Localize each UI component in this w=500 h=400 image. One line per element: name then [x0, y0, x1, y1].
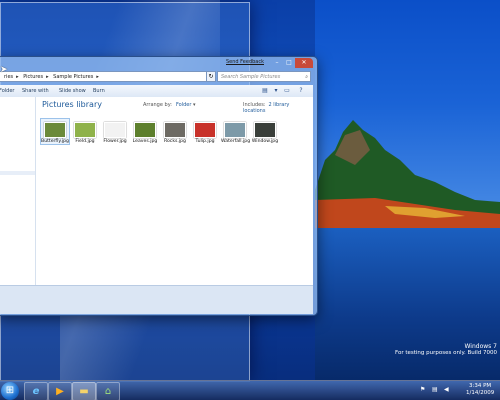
arrange-by: Arrange by: Folder ▾ [143, 102, 196, 108]
file-item[interactable]: Flower.jpg [101, 119, 129, 144]
file-name: Butterfly.jpg [41, 139, 69, 144]
maximize-button[interactable]: □ [283, 58, 295, 68]
file-name: Flower.jpg [103, 139, 127, 144]
search-input[interactable]: Search Sample Pictures ⌕ [217, 71, 311, 82]
help-icon[interactable]: ? [297, 87, 305, 95]
image-thumbnail [74, 122, 96, 138]
network-tray-icon[interactable]: ▤ [432, 386, 438, 393]
file-name: Field.jpg [75, 139, 95, 144]
wallpaper-island [315, 120, 500, 230]
media-player-button[interactable]: ▶ [48, 382, 72, 400]
action-center-icon[interactable]: ⚑ [420, 386, 425, 393]
navigation-pane[interactable] [0, 97, 36, 285]
breadcrumb-item[interactable]: Sample Pictures [53, 74, 93, 80]
close-button[interactable]: ✕ [295, 58, 313, 68]
library-title: Pictures library [42, 100, 102, 109]
chevron-right-icon: ▸ [16, 74, 19, 80]
mouse-cursor-icon: ➤ [0, 65, 8, 75]
image-thumbnail [134, 122, 156, 138]
file-item[interactable]: Leaves.jpg [131, 119, 159, 144]
breadcrumb-item[interactable]: Pictures [23, 74, 43, 80]
preview-pane-icon[interactable]: ▭ [283, 87, 291, 95]
send-feedback-link[interactable]: Send Feedback [226, 59, 264, 65]
folder-icon: ▬ [79, 386, 89, 397]
address-bar[interactable]: ries ▸ Pictures ▸ Sample Pictures ▸ [0, 71, 207, 82]
image-thumbnail [44, 122, 66, 138]
burn-button[interactable]: Burn [93, 85, 105, 97]
desktop: Send Feedback – □ ✕ ries ▸ Pictures ▸ Samp… [0, 0, 500, 400]
volume-icon[interactable]: ◀ [444, 386, 449, 393]
organize-folder-button[interactable]: Folder [0, 85, 14, 97]
image-thumbnail [104, 122, 126, 138]
explorer-button[interactable]: ▬ [72, 382, 96, 400]
view-dropdown-icon[interactable]: ▾ [272, 87, 280, 95]
windows-watermark: Windows 7 For testing purposes only. Bui… [395, 343, 497, 357]
change-view-icon[interactable]: ▤ [261, 87, 269, 95]
chevron-right-icon: ▸ [96, 74, 99, 80]
clock-date: 1/14/2009 [466, 390, 495, 396]
explorer-window[interactable]: Send Feedback – □ ✕ ries ▸ Pictures ▸ Samp… [0, 56, 318, 316]
search-placeholder: Search Sample Pictures [221, 74, 281, 80]
slide-show-button[interactable]: Slide show [59, 85, 86, 97]
search-icon[interactable]: ⌕ [305, 72, 308, 82]
share-with-button[interactable]: Share with [22, 85, 49, 97]
media-player-icon: ▶ [56, 386, 64, 397]
nav-selected-item[interactable] [0, 171, 35, 175]
arrange-label: Arrange by: [143, 102, 172, 108]
file-item[interactable]: Tulip.jpg [191, 119, 219, 144]
refresh-icon[interactable]: ↻ [206, 71, 216, 82]
network-button[interactable]: ⌂ [96, 382, 120, 400]
network-icon: ⌂ [104, 386, 112, 397]
file-list[interactable]: Pictures library Arrange by: Folder ▾ Inc… [36, 97, 313, 285]
file-item[interactable]: Butterfly.jpg [40, 118, 70, 145]
internet-explorer-icon: e [32, 386, 40, 397]
file-item[interactable]: Waterfall.jpg [221, 119, 251, 144]
image-thumbnail [194, 122, 216, 138]
image-thumbnail [164, 122, 186, 138]
file-name: Leaves.jpg [132, 139, 158, 144]
file-name: Window.jpg [251, 139, 279, 144]
file-item[interactable]: Field.jpg [71, 119, 99, 144]
wallpaper-lake [315, 228, 500, 380]
details-pane [0, 285, 313, 314]
watermark-title: Windows 7 [464, 343, 497, 350]
clock[interactable]: 3:34 PM 1/14/2009 [466, 383, 494, 397]
chevron-right-icon: ▸ [46, 74, 49, 80]
file-name: Rocks.jpg [164, 139, 186, 144]
start-button[interactable]: ⊞ [1, 382, 19, 400]
file-item[interactable]: Rocks.jpg [161, 119, 189, 144]
watermark-build: For testing purposes only. Build 7000 [394, 350, 497, 356]
taskbar: ⊞ e ▶ ▬ ⌂ ⚑ ▤ ◀ 3:34 PM 1/14/2009 [0, 380, 500, 400]
chevron-down-icon[interactable]: ▾ [191, 102, 196, 108]
file-name: Tulip.jpg [195, 139, 215, 144]
includes: Includes: 2 library locations [243, 102, 313, 114]
arrange-by-dropdown[interactable]: Folder [176, 102, 191, 108]
image-thumbnail [254, 122, 276, 138]
image-thumbnail [224, 122, 246, 138]
minimize-button[interactable]: – [271, 58, 283, 68]
clock-time: 3:34 PM [469, 383, 492, 389]
file-name: Waterfall.jpg [221, 139, 251, 144]
file-item[interactable]: Window.jpg [251, 119, 279, 144]
ie-button[interactable]: e [24, 382, 48, 400]
